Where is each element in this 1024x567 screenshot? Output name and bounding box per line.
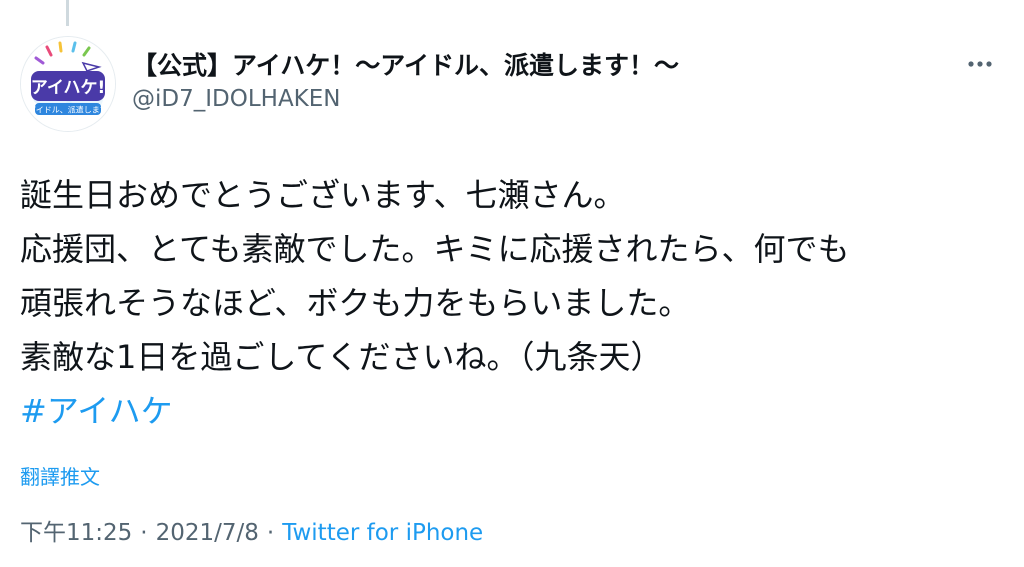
- tweet-text-line: 素敵な1日を過ごしてくださいね。（九条天）: [20, 338, 663, 376]
- tweet-date[interactable]: 2021/7/8: [156, 520, 259, 546]
- avatar[interactable]: アイハケ! アイドル、派遣します: [20, 36, 116, 132]
- avatar-logo-subtext: アイドル、派遣します: [28, 105, 108, 115]
- tweet-text-line: 頑張れそうなほど、ボクも力をもらいました。: [20, 284, 691, 322]
- thread-connector-line: [66, 0, 69, 26]
- separator-dot: ·: [266, 520, 275, 546]
- account-header: 【公式】アイハケ！～アイドル、派遣します！～ @iD7_IDOLHAKEN: [132, 50, 679, 114]
- tweet-text-line: 応援団、とても素敵でした。キミに応援されたら、何でも: [20, 230, 850, 268]
- translate-tweet-link[interactable]: 翻譯推文: [20, 462, 100, 492]
- account-logo-image: アイハケ! アイドル、派遣します: [21, 37, 115, 131]
- hashtag-link[interactable]: #アイハケ: [20, 392, 173, 430]
- separator-dot: ·: [140, 520, 148, 546]
- tweet-text: 誕生日おめでとうございます、七瀬さん。 応援団、とても素敵でした。キミに応援され…: [20, 168, 1010, 438]
- more-horizontal-icon[interactable]: [966, 54, 994, 74]
- tweet-source-link[interactable]: Twitter for iPhone: [282, 520, 483, 546]
- tweet-text-line: 誕生日おめでとうございます、七瀬さん。: [20, 176, 626, 214]
- account-handle[interactable]: @iD7_IDOLHAKEN: [132, 84, 679, 114]
- tweet-detail: アイハケ! アイドル、派遣します 【公式】アイハケ！～アイドル、派遣します！～ …: [0, 0, 1024, 567]
- tweet-time[interactable]: 下午11:25: [20, 520, 132, 546]
- avatar-logo-text: アイハケ!: [31, 78, 106, 98]
- tweet-metadata: 下午11:25 · 2021/7/8 · Twitter for iPhone: [20, 516, 483, 550]
- display-name[interactable]: 【公式】アイハケ！～アイドル、派遣します！～: [132, 50, 679, 82]
